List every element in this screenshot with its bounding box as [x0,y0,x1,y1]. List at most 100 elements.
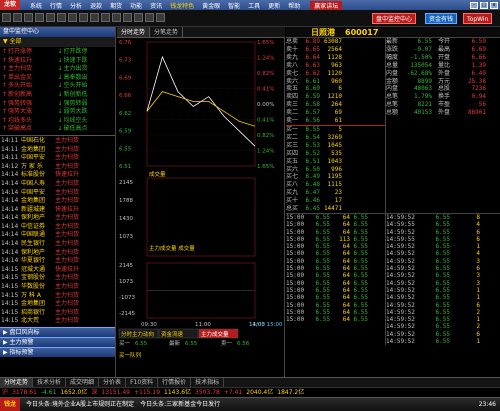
help-icon[interactable] [156,13,165,22]
menu-item[interactable]: 行情 [46,1,66,10]
order-level[interactable]: 买八 6.48 1115 [286,181,385,189]
alert-row[interactable]: 14:15 华数股份 主力扫货 [1,283,114,292]
order-level[interactable]: 总卖 6.89 63087 [286,38,385,46]
signal-item[interactable]: ↓主力出货 [58,65,114,74]
signal-item[interactable]: ↑强势大涨 [2,108,58,117]
alert-row[interactable]: 14:14 保利地产 主力扫货 [1,249,114,258]
monitor-tab-all[interactable]: ▼ 全部 [0,37,115,47]
forward-icon[interactable] [13,13,22,22]
order-level[interactable]: 卖八 6.63 963 [286,62,385,70]
window-icon[interactable] [101,13,110,22]
signal-item[interactable]: ↓破低高点 [58,125,114,134]
alert-row[interactable]: 14:14 保利地产 主力扫货 [1,214,114,223]
menu-item[interactable]: 黄金眼 [198,1,224,10]
alert-row[interactable]: 14:14 标准股份 快速拉升 [1,171,114,180]
menu-item[interactable]: 帮助 [284,1,304,10]
topwin-button[interactable]: TopWin [463,13,493,24]
order-level[interactable]: 买三 6.53 1045 [286,142,385,150]
order-level[interactable]: 总买 6.45 14471 [286,205,385,213]
panel-wind-vane[interactable]: ▶ 盘口风向标 [0,327,115,337]
order-level[interactable]: 卖九 6.64 1128 [286,54,385,62]
home-icon[interactable] [24,13,33,22]
alert-row[interactable]: 14:15 万 科 A 主力扫货 [1,292,114,301]
fund-flow-button[interactable]: 资金有钱 [425,13,458,24]
alert-row[interactable]: 14:14 金地集团 主力扫货 [1,197,114,206]
panel-indicator-alert[interactable]: ▶ 指标预警 [0,347,115,357]
signal-item[interactable]: ↑打开涨停 [2,48,58,57]
signal-item[interactable]: ↓快速下跌 [58,57,114,66]
info-icon[interactable] [123,13,132,22]
order-level[interactable]: 买十 6.46 17 [286,197,385,205]
order-level[interactable]: 买七 6.49 1195 [286,173,385,181]
refresh-icon[interactable] [57,13,66,22]
signal-item[interactable]: ↑多头开始 [2,82,58,91]
alert-row[interactable]: 14:14 中国联通 主力扫货 [1,231,114,240]
menu-item[interactable]: 系统 [26,1,46,10]
menu-item[interactable]: 钱龙特色 [166,1,198,10]
back-icon[interactable] [2,13,11,22]
minimize-icon[interactable]: - [470,1,478,9]
order-level[interactable]: 卖二 6.57 69 [286,109,385,117]
order-level[interactable]: 买六 6.50 996 [286,166,385,174]
intraday-chart[interactable]: 1.65% 1.24% 0.82% 0.41% 0.00% 0.41% 0.82% 1.24%… [117,38,285,377]
bottom-tab[interactable]: 分时走势 [0,378,34,387]
order-level[interactable]: 买九 6.47 23 [286,189,385,197]
alert-row[interactable]: 14:14 中国人寿 主力扫货 [1,180,114,189]
alert-row[interactable]: 14:15 宝钢股份 主力扫货 [1,274,114,283]
menu-item[interactable]: 资讯 [146,1,166,10]
list-icon[interactable] [79,13,88,22]
signal-item[interactable]: ↑强势转强 [2,100,58,109]
order-level[interactable]: 卖五 6.60 6 [286,85,385,93]
signal-item[interactable]: ↓弱势大跌 [58,108,114,117]
headline-1[interactable]: 今日头条:境外企业A股上市规则正在制定 [26,398,134,411]
panel-major-alert[interactable]: ▶ 主力预警 [0,337,115,347]
bottom-tab[interactable]: 行情报价 [158,378,192,387]
order-level[interactable]: 卖六 6.61 960 [286,78,385,86]
order-level[interactable]: 卖三 6.58 264 [286,101,385,109]
signal-item[interactable]: ↓新创新低 [58,91,114,100]
alert-row[interactable]: 14:11 金地集团 主力扫货 [1,146,114,155]
bottom-tab[interactable]: 技术指标 [191,378,225,387]
order-level[interactable]: 卖十 6.65 2564 [286,46,385,54]
signal-item[interactable]: ↓打开跌停 [58,48,114,57]
print-icon[interactable] [46,13,55,22]
order-level[interactable]: 买一 6.55 5 [286,126,385,134]
bottom-tab[interactable]: 成交明细 [66,378,100,387]
alert-row[interactable]: 14:11 中国平安 主力扫货 [1,154,114,163]
winner-forum-button[interactable]: 赢家讲坛 [310,0,343,10]
alert-row[interactable]: 14:14 华夏银行 主力扫货 [1,257,114,266]
menu-item[interactable]: 更新 [264,1,284,10]
bottom-tab[interactable]: 分价表 [99,378,127,387]
alarm-icon[interactable] [112,13,121,22]
tab-tick[interactable]: 分笔走势 [150,27,184,37]
monitor-center-button[interactable]: 盘中监控中心 [372,13,417,24]
headline-2[interactable]: 今日头条:三家新基金今日发行 [140,398,220,411]
alert-row[interactable]: 14:15 金地集团 主力扫货 [1,300,114,309]
maximize-icon[interactable]: □ [480,1,488,9]
mail-icon[interactable] [134,13,143,22]
setting-icon[interactable] [145,13,154,22]
bottom-tab[interactable]: 技术分析 [33,378,67,387]
alert-row[interactable]: 14:15 北大荒 主力扫货 [1,317,114,326]
search-icon[interactable] [35,13,44,22]
alert-row[interactable]: 14:14 中国平安 主力扫货 [1,189,114,198]
signal-item[interactable]: ↑主力扫货 [2,65,58,74]
alert-row[interactable]: 14:14 新疆城建 快速拉升 [1,206,114,215]
grid-icon[interactable] [90,13,99,22]
menu-item[interactable]: 功能 [126,1,146,10]
menu-item[interactable]: 退款 [86,1,106,10]
order-level[interactable]: 买二 6.54 3269 [286,134,385,142]
bottom-tab[interactable]: F10资料 [126,378,159,387]
chart-icon[interactable] [68,13,77,22]
signal-item[interactable]: ↓空头开始 [58,82,114,91]
alert-row[interactable]: 14:14 民生银行 主力扫货 [1,240,114,249]
order-level[interactable]: 买四 6.52 535 [286,150,385,158]
alert-row[interactable]: 14:11 中国石化 主力扫货 [1,137,114,146]
menu-item[interactable]: 工具 [244,1,264,10]
order-level[interactable]: 卖七 6.62 1120 [286,70,385,78]
order-level[interactable]: 买五 6.51 1043 [286,158,385,166]
tab-intraday[interactable]: 分时走势 [117,27,151,37]
menu-item[interactable]: 智能 [224,1,244,10]
signal-item[interactable]: ↑新创新高 [2,91,58,100]
order-level[interactable]: 卖一 6.56 61 [286,117,385,125]
